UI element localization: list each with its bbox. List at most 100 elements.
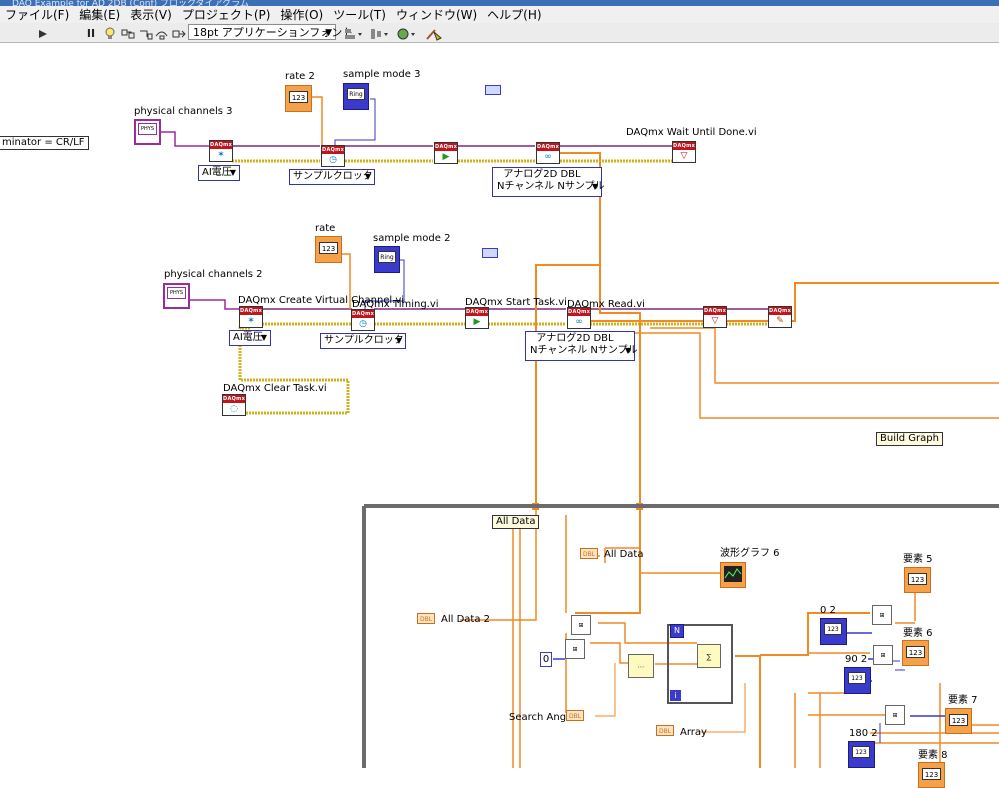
daqmx-header: DAQmx	[352, 310, 375, 318]
element-7-terminal[interactable]: 123	[945, 708, 972, 734]
chevron-down-icon: ▼	[229, 168, 236, 177]
read-mode-selector-3[interactable]: アナログ2D DBL Nチャンネル Nサンプル ▼	[492, 167, 605, 197]
chevron-down-icon: ▼	[260, 333, 267, 342]
indicator-0-2-label: 0 2	[820, 605, 836, 616]
element-7-label: 要素 7	[948, 695, 978, 706]
indicator-180-2-label: 180 2	[849, 728, 878, 739]
index-array-node-2[interactable]: ⊞	[872, 605, 892, 625]
ai-voltage-selector[interactable]: AI電圧 ▼	[229, 330, 271, 346]
daqmx-header: DAQmx	[435, 143, 458, 151]
all-data-dbl-terminal[interactable]: DBL	[580, 548, 599, 559]
chevron-down-icon: ▼	[591, 182, 598, 191]
menu-tools[interactable]: ツール(T)	[328, 6, 391, 23]
reorder-icon[interactable]	[395, 25, 417, 42]
read-mode-selector[interactable]: アナログ2D DBL Nチャンネル Nサンプル ▼	[525, 331, 638, 361]
menu-file[interactable]: ファイル(F)	[0, 6, 74, 23]
sample-clock-selector-3[interactable]: サンプルクロック ▼	[289, 169, 375, 185]
run-arrow-icon[interactable]	[34, 25, 52, 42]
highlight-bulb-icon[interactable]	[101, 25, 119, 42]
retain-wire-icon[interactable]	[119, 25, 137, 42]
menu-operate[interactable]: 操作(O)	[275, 6, 328, 23]
daqmx-header: DAQmx	[210, 141, 233, 149]
daqmx-wait-until-done-vi[interactable]: DAQmx ▽	[672, 141, 696, 163]
start-flag-icon: ▶	[473, 317, 481, 327]
daqmx-start-task-vi-3[interactable]: DAQmx ▶	[434, 142, 458, 164]
start-flag-icon: ▶	[442, 152, 450, 162]
menu-window[interactable]: ウィンドウ(W)	[391, 6, 482, 23]
physical-channels-3-label: physical channels 3	[134, 106, 233, 117]
for-loop[interactable]: N ∑ i	[667, 624, 733, 704]
read-mode-line2: Nチャンネル Nサンプル	[530, 345, 638, 356]
daqmx-clear-task-vi[interactable]: DAQmx ◌	[222, 394, 246, 416]
daqmx-create-channel-vi-3[interactable]: DAQmx ✶	[209, 140, 233, 162]
daqmx-timing-vi-3[interactable]: DAQmx ◷	[321, 145, 345, 167]
sample-clock-selector[interactable]: サンプルクロック ▼	[320, 333, 406, 349]
rate-2-terminal[interactable]: 123	[285, 85, 312, 112]
physical-channels-3-terminal[interactable]: PHYS	[134, 119, 161, 145]
element-5-terminal[interactable]: 123	[904, 567, 931, 593]
read-mode-line2: Nチャンネル Nサンプル	[497, 181, 605, 192]
property-node-icon[interactable]	[482, 248, 498, 258]
array-dbl-terminal[interactable]: DBL	[656, 725, 675, 736]
chevron-down-icon: ▼	[325, 28, 332, 38]
numeric-icon: 123	[908, 573, 927, 585]
numeric-icon: 123	[852, 746, 870, 758]
block-diagram-canvas[interactable]: minator = CR/LF physical channels 3 PHYS…	[0, 43, 999, 788]
cleanup-icon[interactable]	[423, 25, 445, 42]
indicator-180-2-terminal[interactable]: 123	[848, 741, 875, 768]
index-array-node[interactable]: ⊞	[571, 615, 591, 635]
array-subset-node[interactable]: ⊞	[565, 639, 585, 659]
sample-mode-3-terminal[interactable]: Ring	[343, 83, 369, 110]
rate-terminal[interactable]: 123	[315, 236, 342, 263]
step-out-icon[interactable]	[170, 25, 188, 42]
sample-mode-2-terminal[interactable]: Ring	[374, 246, 400, 273]
ai-voltage-selector-3[interactable]: AI電圧 ▼	[198, 165, 240, 181]
property-node-icon[interactable]	[485, 85, 501, 95]
daqmx-header: DAQmx	[704, 307, 727, 315]
phys-tag: PHYS	[138, 123, 157, 135]
search-angle-dbl-terminal[interactable]: DBL	[566, 710, 585, 721]
index-array-node-4[interactable]: ⊞	[885, 705, 905, 725]
physical-channels-2-terminal[interactable]: PHYS	[163, 283, 190, 309]
rate-label: rate	[315, 223, 336, 234]
menu-help[interactable]: ヘルプ(H)	[482, 6, 546, 23]
daqmx-timing-vi[interactable]: DAQmx ◷	[351, 309, 375, 331]
daqmx-header: DAQmx	[322, 146, 345, 154]
indicator-90-2-label: 90 2	[845, 654, 868, 665]
menu-project[interactable]: プロジェクト(P)	[177, 6, 276, 23]
read-mode-line1: アナログ2D DBL	[503, 169, 581, 180]
phys-tag: PHYS	[167, 287, 186, 299]
daqmx-create-channel-vi[interactable]: DAQmx ✶	[239, 306, 263, 328]
step-over-icon[interactable]	[153, 25, 171, 42]
chevron-down-icon: ▼	[395, 336, 402, 345]
element-8-terminal[interactable]: 123	[918, 762, 945, 788]
pause-button[interactable]: II	[82, 25, 100, 42]
read-mode-line1: アナログ2D DBL	[536, 333, 614, 344]
termination-char-label: minator = CR/LF	[0, 136, 89, 150]
menu-view[interactable]: 表示(V)	[125, 6, 177, 23]
daqmx-header: DAQmx	[466, 308, 489, 316]
daqmx-header: DAQmx	[673, 142, 696, 150]
loop-function-node[interactable]: ∑	[697, 644, 721, 668]
sample-clock-value: サンプルクロック	[293, 171, 373, 182]
zero-constant[interactable]: 0	[540, 652, 552, 667]
menu-edit[interactable]: 編集(E)	[74, 6, 125, 23]
index-array-node-3[interactable]: ⊞	[873, 645, 893, 665]
numeric-icon: 123	[922, 768, 941, 780]
sample-mode-2-label: sample mode 2	[373, 233, 451, 244]
daqmx-start-task-vi[interactable]: DAQmx ▶	[465, 307, 489, 329]
element-6-terminal[interactable]: 123	[902, 640, 929, 666]
daqmx-read-vi[interactable]: DAQmx ∞	[567, 307, 591, 329]
indicator-90-2-terminal[interactable]: 123	[844, 667, 871, 694]
distribute-icon[interactable]	[368, 25, 390, 42]
font-select[interactable]: 18pt アプリケーションフォント ▼	[188, 24, 353, 40]
daqmx-read-vi-3[interactable]: DAQmx ∞	[536, 142, 560, 164]
align-icon[interactable]	[342, 25, 364, 42]
daqmx-clear-task-vi-2[interactable]: DAQmx ✎	[768, 306, 792, 328]
daqmx-wait-until-done-vi-2[interactable]: DAQmx ▽	[703, 306, 727, 328]
loop-count-terminal[interactable]: N	[670, 624, 684, 638]
indicator-0-2-terminal[interactable]: 123	[820, 618, 847, 645]
array-function-node[interactable]: ⋯	[628, 654, 654, 678]
waveform-graph-terminal[interactable]	[720, 562, 746, 588]
all-data-2-dbl-terminal[interactable]: DBL	[417, 613, 436, 624]
